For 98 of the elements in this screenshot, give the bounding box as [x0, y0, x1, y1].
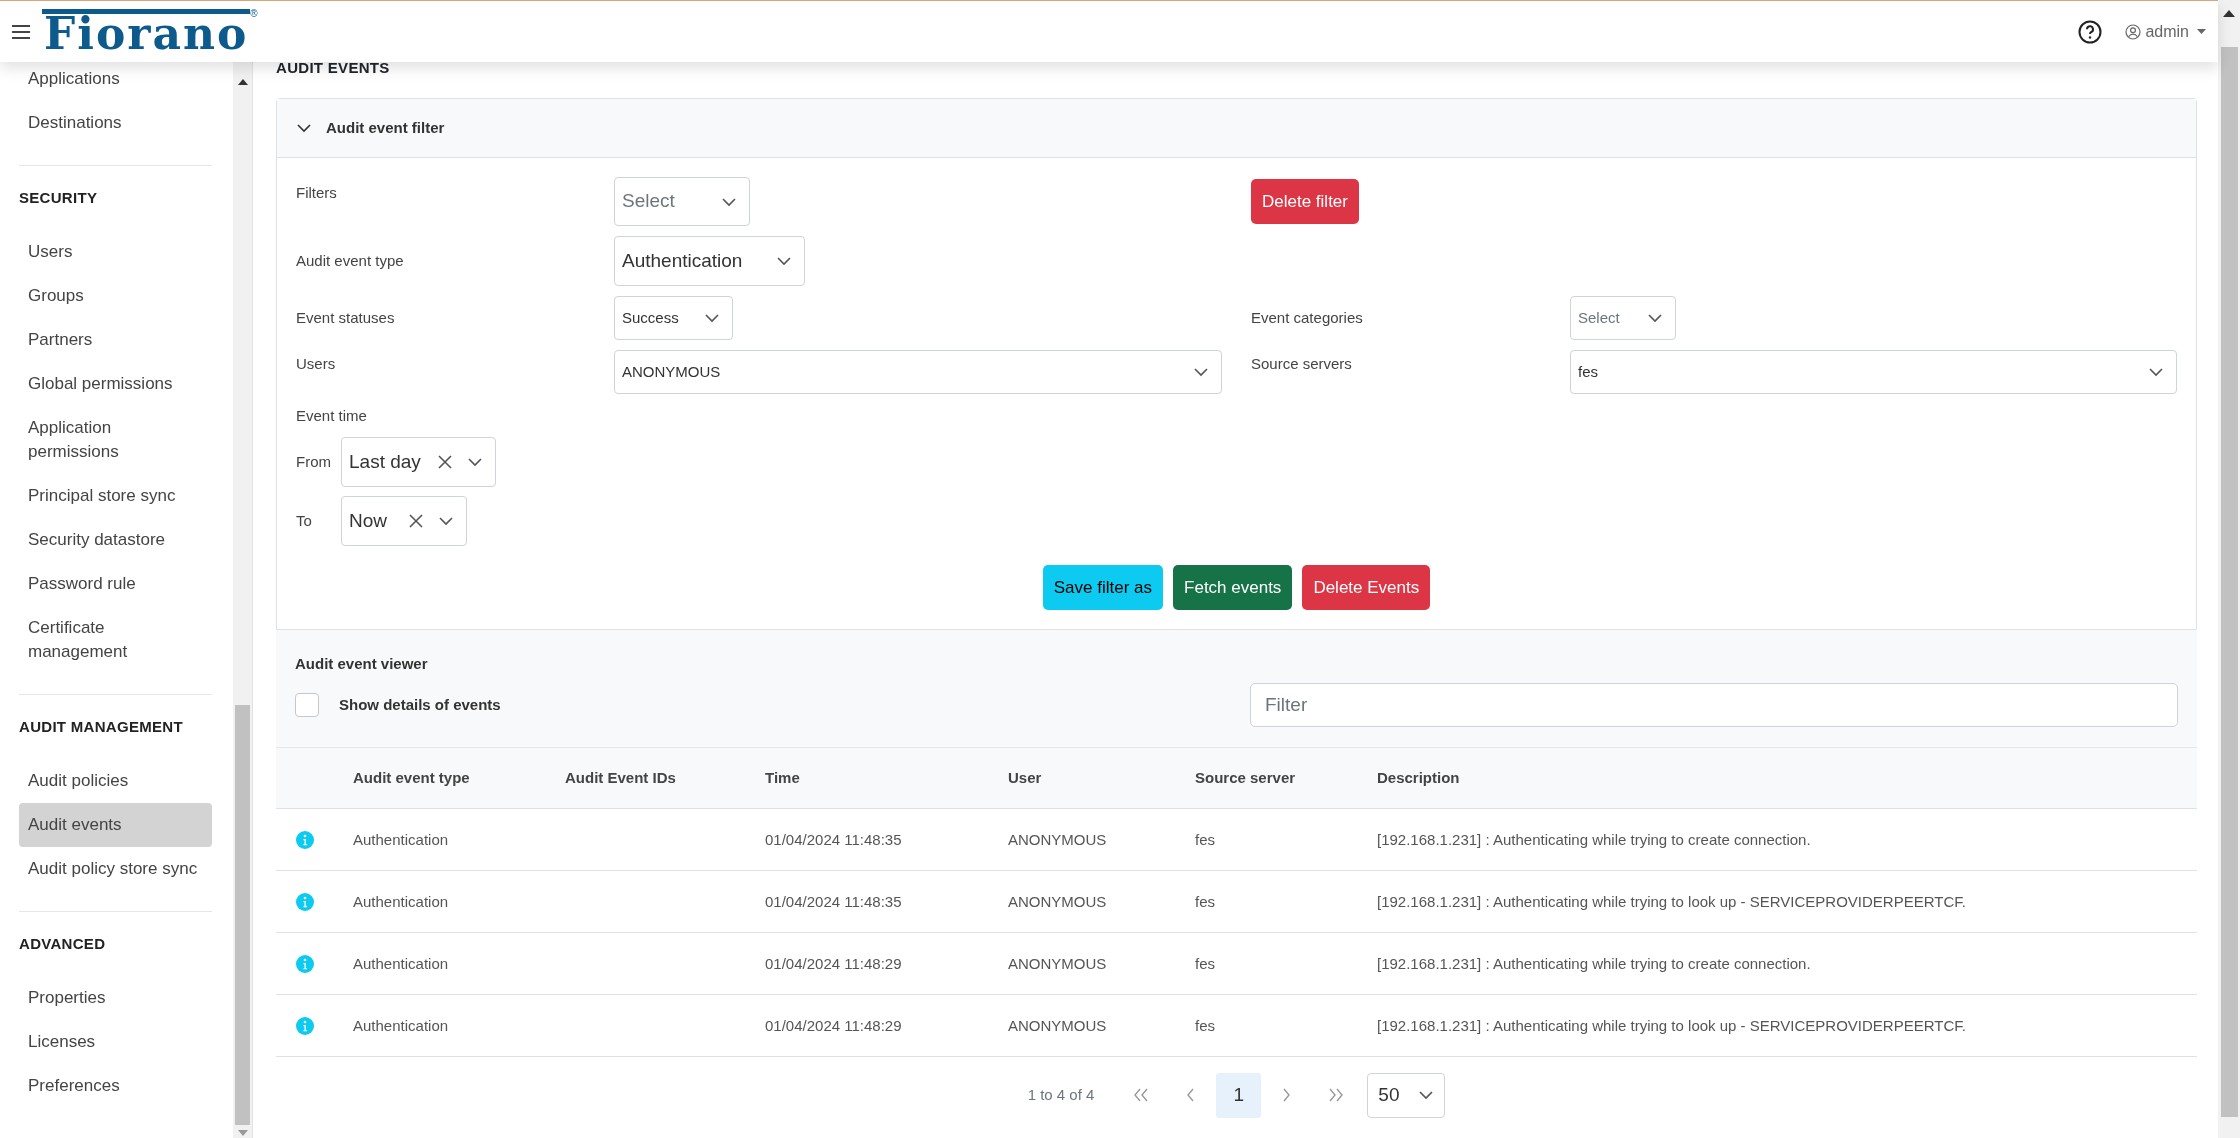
info-icon[interactable] [296, 830, 314, 849]
dropdown[interactable]: fes [1570, 350, 2177, 394]
table-cell: [192.168.1.231] : Authenticating while trying to look up - SERVICEPROVIDERPEERTCF. [1377, 892, 1966, 910]
field-label: From [296, 451, 332, 472]
dropdown[interactable]: Select [614, 177, 750, 226]
field-label: Users [296, 354, 336, 374]
sidebar-item[interactable]: Audit events [19, 803, 212, 847]
table-cell: fes [1195, 892, 1215, 910]
table-cell: ANONYMOUS [1008, 1016, 1107, 1034]
section-heading: AUDIT MANAGEMENT [19, 717, 184, 737]
scrollbar-thumb[interactable] [2220, 47, 2238, 1117]
table-cell: Authentication [353, 892, 449, 910]
info-icon[interactable] [296, 892, 314, 911]
field-label: Event time [296, 406, 368, 426]
sidebar-item[interactable]: Preferences [19, 1064, 212, 1108]
clear-icon[interactable] [437, 454, 453, 470]
caret-icon [2197, 28, 2206, 35]
user-menu[interactable]: admin [2125, 19, 2206, 44]
table-cell: fes [1195, 1016, 1215, 1034]
help-icon[interactable] [2078, 19, 2103, 44]
table-cell: 01/04/2024 11:48:29 [765, 954, 902, 972]
registered-mark: ® [250, 9, 258, 19]
field-label: Filters [296, 183, 337, 203]
button[interactable]: Fetch events [1173, 565, 1293, 610]
checkbox[interactable] [295, 693, 319, 717]
sidebar-item[interactable]: Global permissions [19, 362, 212, 406]
sidebar-item[interactable]: Principal store sync [19, 474, 212, 518]
menu-icon[interactable] [11, 23, 31, 40]
logo: Fiorano [42, 9, 251, 54]
filter-field[interactable]: Filter [1250, 683, 2178, 727]
column-header[interactable]: Time [765, 766, 1008, 790]
dropdown[interactable]: Last day [341, 437, 496, 487]
page-title: AUDIT EVENTS [276, 57, 390, 78]
page-size-dropdown[interactable]: 50 [1367, 1072, 1446, 1118]
sidebar-item[interactable]: Licenses [19, 1020, 212, 1064]
table-cell: 01/04/2024 11:48:35 [765, 830, 902, 848]
scroll-up-icon[interactable] [237, 79, 248, 85]
table-cell: [192.168.1.231] : Authenticating while trying to create connection. [1377, 954, 1811, 972]
table-cell: fes [1195, 830, 1215, 848]
page-scrollbar[interactable] [2218, 0, 2240, 1138]
page-button[interactable]: 1 [1216, 1072, 1262, 1118]
field-label: Source servers [1251, 354, 1352, 374]
sidebar-item[interactable]: Applications [19, 62, 212, 101]
field-label: Event categories [1251, 307, 1363, 328]
table-cell: Authentication [353, 830, 449, 848]
sidebar-item[interactable]: Application permissions [19, 406, 212, 474]
section-heading: SECURITY [19, 188, 99, 208]
filter-panel-header[interactable]: Audit event filter [277, 99, 2196, 158]
clear-icon[interactable] [408, 513, 424, 529]
scroll-down-icon[interactable] [237, 1130, 248, 1136]
column-header[interactable]: User [1008, 766, 1195, 790]
button[interactable]: Delete filter [1251, 179, 1359, 224]
table-cell: [192.168.1.231] : Authenticating while trying to create connection. [1377, 830, 1811, 848]
dropdown[interactable]: Success [614, 296, 733, 340]
sidebar-item[interactable]: Security datastore [19, 518, 212, 562]
first-page-icon[interactable] [1133, 1088, 1150, 1102]
table-cell: ANONYMOUS [1008, 954, 1107, 972]
scroll-up-icon[interactable] [2223, 10, 2235, 17]
column-header[interactable]: Description [1377, 766, 2197, 790]
field-label: Audit event type [296, 250, 404, 271]
table-cell: ANONYMOUS [1008, 830, 1107, 848]
dropdown[interactable]: Now [341, 496, 467, 546]
sidebar-item[interactable]: Partners [19, 318, 212, 362]
section-heading: ADVANCED [19, 934, 107, 954]
button[interactable]: Save filter as [1042, 565, 1164, 610]
field-label: Event statuses [296, 307, 395, 328]
table-cell: 01/04/2024 11:48:35 [765, 892, 902, 910]
checkbox-label: Show details of events [339, 694, 501, 715]
column-header[interactable]: Source server [1195, 766, 1377, 790]
scrollbar-thumb[interactable] [235, 705, 250, 1125]
info-icon[interactable] [296, 954, 314, 973]
table-cell: 01/04/2024 11:48:29 [765, 1016, 902, 1034]
dropdown[interactable]: Authentication [614, 236, 805, 286]
table-cell: Authentication [353, 954, 449, 972]
sidebar-item[interactable]: Groups [19, 274, 212, 318]
table-cell: Authentication [353, 1016, 449, 1034]
user-icon [2125, 23, 2142, 40]
sidebar-item[interactable]: Destinations [19, 101, 212, 145]
table-cell: fes [1195, 954, 1215, 972]
info-icon[interactable] [296, 1016, 314, 1035]
column-header[interactable]: Audit event type [353, 766, 565, 790]
sidebar-item[interactable]: Properties [19, 976, 212, 1020]
last-page-icon[interactable] [1328, 1088, 1345, 1102]
sidebar-item[interactable]: Audit policy store sync [19, 847, 212, 891]
field-label: To [296, 510, 313, 531]
button[interactable]: Delete Events [1302, 565, 1431, 610]
sidebar-item[interactable]: Users [19, 230, 212, 274]
sidebar-item[interactable]: Password rule [19, 562, 212, 606]
sidebar-scrollbar[interactable] [233, 62, 253, 1138]
section-title: Audit event viewer [295, 654, 429, 674]
page-summary: 1 to 4 of 4 [1027, 1084, 1095, 1105]
column-header[interactable]: Audit Event IDs [565, 766, 765, 790]
sidebar-item[interactable]: Certificate management [19, 606, 212, 674]
dropdown[interactable]: ANONYMOUS [614, 350, 1222, 394]
table-cell: ANONYMOUS [1008, 892, 1107, 910]
sidebar-item[interactable]: Audit policies [19, 759, 212, 803]
dropdown[interactable]: Select [1570, 296, 1676, 340]
table-cell: [192.168.1.231] : Authenticating while trying to look up - SERVICEPROVIDERPEERTCF. [1377, 1016, 1966, 1034]
